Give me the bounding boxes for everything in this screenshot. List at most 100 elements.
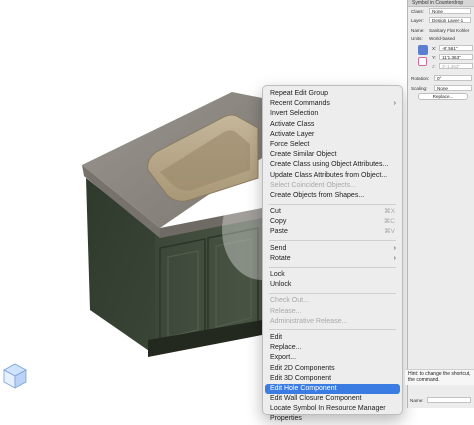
menu-item-select-coincident-objects: Select Coincident Objects...	[263, 181, 402, 191]
menu-item-label: Create Similar Object	[270, 151, 337, 159]
symbol-name: Sanitary Flat Kohler	[429, 28, 470, 33]
position-box-icon[interactable]	[418, 45, 428, 55]
menu-item-label: Send	[270, 244, 287, 252]
menu-item-send[interactable]: Send ›	[263, 244, 402, 254]
menu-item-label: Cut	[270, 208, 281, 216]
menu-item-label: Lock	[270, 271, 285, 278]
menu-item-label: Check Out...	[270, 297, 309, 305]
menu-separator	[269, 203, 396, 205]
menu-item-label: Properties	[270, 415, 302, 423]
y-label: Y:	[432, 55, 437, 60]
menu-item-copy[interactable]: Copy ⌘C	[263, 217, 402, 227]
scaling-label: Scaling:	[411, 86, 428, 91]
name-field-label: Name:	[410, 398, 424, 403]
scaling-select[interactable]: None	[434, 85, 472, 91]
menu-item-label: Repeat Edit Group	[270, 90, 328, 97]
layer-label: Layer:	[411, 18, 424, 23]
menu-shortcut: ⌘X	[384, 208, 395, 216]
shortcut-hint: Hint: to change the shortcut, the comman…	[405, 369, 474, 385]
z-label: Z:	[432, 64, 437, 69]
menu-item-invert-selection[interactable]: Invert Selection	[263, 109, 402, 119]
menu-item-administrative-release: Administrative Release...	[263, 317, 402, 327]
menu-item-edit[interactable]: Edit	[263, 333, 402, 343]
menu-item-label: Paste	[270, 228, 288, 236]
menu-item-label: Select Coincident Objects...	[270, 181, 356, 189]
grid-icon[interactable]	[418, 57, 427, 66]
menu-item-label: Locate Symbol In Resource Manager	[270, 405, 386, 413]
menu-item-recent-commands[interactable]: Recent Commands ›	[263, 99, 402, 109]
object-info-palette: Symbol in Counterdrop Class: None Layer:…	[407, 0, 474, 408]
menu-item-create-similar-object[interactable]: Create Similar Object	[263, 150, 402, 160]
menu-item-repeat-edit-group[interactable]: Repeat Edit Group	[263, 89, 402, 99]
menu-item-locate-symbol-in-resource-manager[interactable]: Locate Symbol In Resource Manager	[263, 404, 402, 414]
x-field[interactable]: -8'.561"	[439, 45, 473, 51]
menu-item-label: Recent Commands	[270, 100, 330, 108]
menu-item-export[interactable]: Export...	[263, 353, 402, 363]
name-field[interactable]	[427, 397, 471, 403]
menu-item-paste[interactable]: Paste ⌘V	[263, 227, 402, 237]
menu-item-label: Create Objects from Shapes...	[270, 191, 365, 199]
view-cube-icon[interactable]	[0, 356, 30, 396]
menu-item-label: Invert Selection	[270, 110, 319, 118]
menu-separator	[269, 329, 396, 331]
menu-item-label: Create Class using Object Attributes...	[270, 161, 389, 169]
menu-item-label: Edit Hole Component	[270, 384, 337, 392]
menu-item-force-select[interactable]: Force Select	[263, 140, 402, 150]
menu-item-check-out: Check Out...	[263, 296, 402, 306]
menu-item-properties[interactable]: Properties	[263, 414, 402, 424]
menu-item-edit-3d-component[interactable]: Edit 3D Component	[263, 374, 402, 384]
menu-item-lock[interactable]: Lock	[263, 270, 402, 280]
palette-header: Symbol in Counterdrop	[408, 0, 474, 7]
menu-item-cut[interactable]: Cut ⌘X	[263, 207, 402, 217]
menu-item-release: Release...	[263, 307, 402, 317]
menu-item-replace[interactable]: Replace...	[263, 343, 402, 353]
chevron-right-icon: ›	[393, 244, 396, 252]
chevron-right-icon: ›	[393, 100, 396, 108]
menu-separator	[269, 292, 396, 294]
context-menu: Repeat Edit Group Recent Commands › Invert …	[262, 85, 403, 422]
menu-item-label: Activate Class	[270, 120, 315, 128]
menu-item-label: Update Class Attributes from Object...	[270, 171, 388, 179]
menu-item-label: Edit 2D Components	[270, 364, 335, 372]
units-value: World-based	[429, 36, 455, 41]
x-label: X:	[432, 46, 437, 51]
menu-item-label: Edit 3D Component	[270, 374, 332, 382]
y-field[interactable]: 11'1.363"	[439, 54, 473, 60]
name-row: Name:	[407, 397, 474, 405]
menu-item-edit-hole-component[interactable]: Edit Hole Component	[265, 383, 400, 395]
menu-item-create-class-using-object-attributes[interactable]: Create Class using Object Attributes...	[263, 160, 402, 170]
menu-item-label: Edit Wall Closure Component	[270, 395, 362, 403]
menu-item-activate-layer[interactable]: Activate Layer	[263, 130, 402, 140]
chevron-right-icon: ›	[393, 254, 396, 262]
rotation-field[interactable]: 0°	[434, 75, 472, 81]
menu-item-label: Release...	[270, 307, 302, 315]
menu-item-label: Rotate	[270, 254, 291, 262]
menu-shortcut: ⌘C	[383, 218, 395, 226]
menu-item-label: Unlock	[270, 281, 292, 289]
z-field[interactable]: 3'-1.363"	[439, 63, 473, 69]
menu-shortcut: ⌘V	[384, 228, 395, 236]
menu-item-label: Force Select	[270, 140, 310, 148]
menu-item-label: Export...	[270, 354, 297, 362]
class-label: Class:	[411, 9, 424, 14]
menu-item-label: Replace...	[270, 344, 302, 352]
menu-separator	[269, 240, 396, 242]
class-select[interactable]: None	[429, 8, 471, 14]
menu-item-edit-wall-closure-component[interactable]: Edit Wall Closure Component	[263, 394, 402, 404]
menu-item-unlock[interactable]: Unlock	[263, 280, 402, 290]
menu-item-label: Copy	[270, 218, 287, 226]
rotation-label: Rotation:	[411, 76, 430, 81]
menu-item-activate-class[interactable]: Activate Class	[263, 120, 402, 130]
replace-button[interactable]: Replace...	[418, 93, 468, 100]
units-label: Units:	[411, 36, 423, 41]
menu-item-rotate[interactable]: Rotate ›	[263, 254, 402, 264]
menu-item-create-objects-from-shapes[interactable]: Create Objects from Shapes...	[263, 191, 402, 201]
menu-separator	[269, 266, 396, 268]
menu-item-label: Edit	[270, 333, 283, 341]
layer-select[interactable]: Design Layer-1	[429, 17, 471, 23]
menu-item-edit-2d-components[interactable]: Edit 2D Components	[263, 364, 402, 374]
menu-item-label: Administrative Release...	[270, 317, 348, 325]
name-label: Name:	[411, 28, 425, 33]
menu-item-update-class-attributes-from-object[interactable]: Update Class Attributes from Object...	[263, 171, 402, 181]
menu-item-label: Activate Layer	[270, 130, 315, 138]
